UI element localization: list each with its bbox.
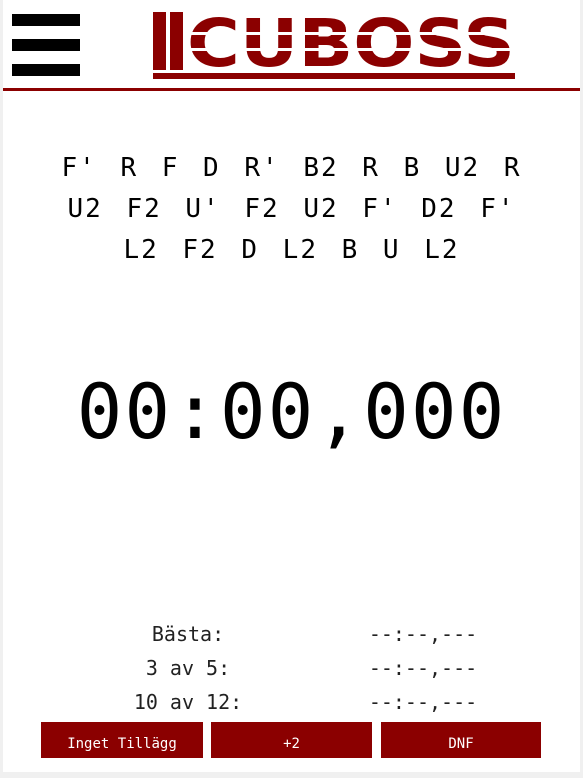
menu-bar-top [12, 14, 80, 26]
stat-row-avg12: 10 av 12: --:--,--- [3, 690, 580, 722]
logo-text: CUBOSS [187, 10, 515, 82]
penalty-buttons: Inget Tillägg +2 DNF [3, 722, 580, 758]
timer-app: CUBOSS F' R F D R' B2 R B U2 R U2 F2 U' … [3, 0, 580, 772]
stat-row-best: Bästa: --:--,--- [3, 622, 580, 654]
cuboss-logo: CUBOSS [153, 10, 517, 82]
stat-label-avg12: 10 av 12: [133, 690, 243, 714]
menu-bar-bottom [12, 64, 80, 76]
stat-label-avg5: 3 av 5: [145, 656, 231, 680]
scramble-line-2: U2 F2 U' F2 U2 F' D2 F' [67, 194, 516, 224]
logo-mark [153, 12, 183, 70]
scramble-line-3: L2 F2 D L2 B U L2 [123, 235, 460, 265]
menu-bar-middle [12, 39, 80, 51]
no-penalty-button[interactable]: Inget Tillägg [41, 722, 203, 758]
scramble-line-1: F' R F D R' B2 R B U2 R [61, 153, 522, 183]
hamburger-menu-icon[interactable] [12, 14, 80, 76]
stat-row-avg5: 3 av 5: --:--,--- [3, 656, 580, 688]
plus-two-button[interactable]: +2 [211, 722, 372, 758]
logo-underline [153, 73, 515, 79]
header: CUBOSS [3, 0, 580, 91]
timer-display[interactable]: 00:00,000 [3, 362, 580, 462]
dnf-button[interactable]: DNF [381, 722, 541, 758]
stat-value-best: --:--,--- [368, 622, 478, 646]
scramble-display: F' R F D R' B2 R B U2 R U2 F2 U' F2 U2 F… [23, 148, 560, 271]
stat-value-avg12: --:--,--- [368, 690, 478, 714]
stat-label-best: Bästa: [151, 622, 225, 646]
stat-value-avg5: --:--,--- [368, 656, 478, 680]
